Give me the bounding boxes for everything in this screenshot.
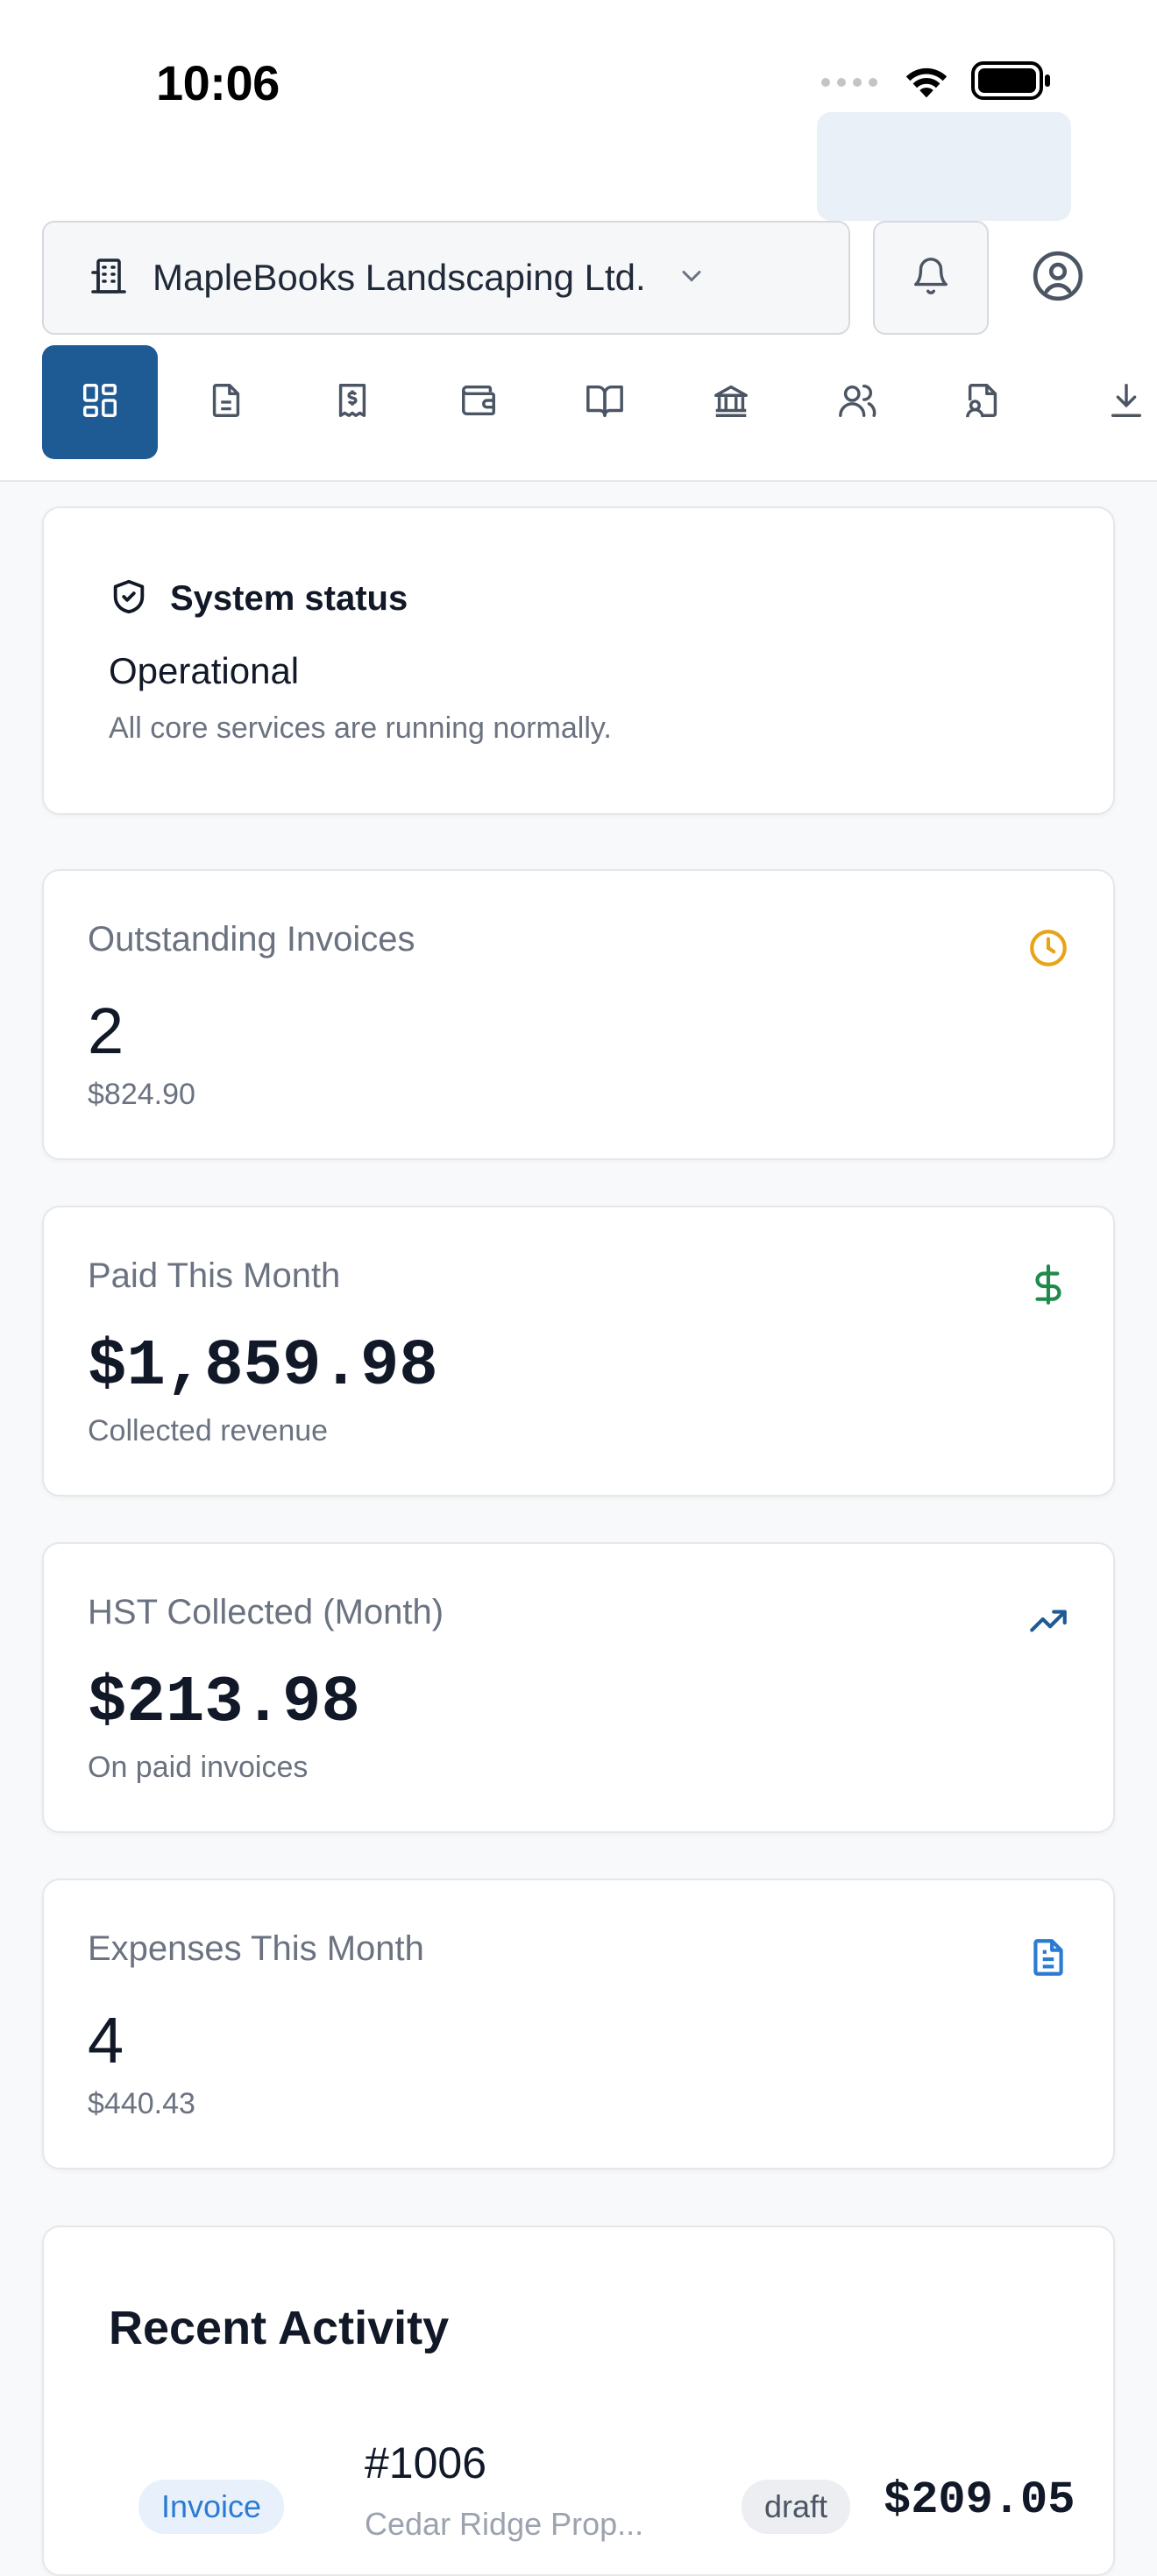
status-icons [820, 61, 1052, 104]
bell-icon [911, 256, 951, 301]
nav-dashboard[interactable] [42, 345, 158, 459]
stat-label: Paid This Month [88, 1256, 341, 1295]
system-status-card: System status Operational All core servi… [42, 506, 1115, 815]
nav-payments[interactable] [421, 345, 536, 459]
activity-client: Cedar Ridge Prop... [365, 2506, 644, 2542]
signal-icon [820, 72, 882, 94]
nav-invoices[interactable] [168, 345, 284, 459]
nav-vendors[interactable] [926, 345, 1041, 459]
receipt-icon [332, 380, 373, 425]
download-icon [1106, 380, 1146, 425]
company-selector[interactable]: MapleBooks Landscaping Ltd. [42, 221, 850, 335]
activity-amount: $209.05 [884, 2474, 1075, 2526]
notifications-button[interactable] [873, 221, 989, 335]
file-text-icon [1024, 1933, 1073, 1982]
stat-subtext: On paid invoices [88, 1751, 309, 1784]
user-circle-icon [1031, 249, 1085, 308]
battery-icon [971, 61, 1052, 104]
activity-row[interactable]: Invoice #1006 Cedar Ridge Prop... draft … [138, 2425, 1085, 2548]
system-status-header: System status [109, 577, 408, 621]
stat-subtext: $824.90 [88, 1078, 195, 1111]
stat-subtext: Collected revenue [88, 1414, 329, 1447]
system-status-state: Operational [109, 650, 300, 691]
nav-receipts[interactable] [295, 345, 410, 459]
dashboard-icon [80, 380, 120, 425]
stat-card-hst-collected[interactable]: HST Collected (Month) $213.98 On paid in… [42, 1542, 1115, 1833]
nav-ledger[interactable] [547, 345, 663, 459]
stat-label: Expenses This Month [88, 1929, 424, 1968]
activity-number: #1006 [365, 2438, 487, 2488]
wifi-icon [901, 61, 952, 104]
icon-navigation [42, 345, 1157, 459]
stat-card-expenses-this-month[interactable]: Expenses This Month 4 $440.43 [42, 1879, 1115, 2169]
company-name: MapleBooks Landscaping Ltd. [153, 257, 646, 298]
shield-check-icon [109, 577, 149, 621]
activity-status-badge: draft [742, 2480, 851, 2534]
nav-export[interactable] [1052, 345, 1157, 459]
stat-label: HST Collected (Month) [88, 1593, 444, 1631]
user-account-button[interactable] [1027, 247, 1089, 308]
stat-card-paid-this-month[interactable]: Paid This Month $1,859.98 Collected reve… [42, 1206, 1115, 1497]
stat-value: $213.98 [88, 1667, 360, 1740]
system-status-description: All core services are running normally. [109, 711, 612, 745]
stat-value: $1,859.98 [88, 1330, 438, 1404]
stat-value: 2 [88, 994, 124, 1067]
nav-banking[interactable] [673, 345, 789, 459]
stat-value: 4 [88, 2004, 124, 2077]
clock-icon [1024, 924, 1073, 973]
trending-up-icon [1024, 1596, 1073, 1645]
stat-label: Outstanding Invoices [88, 920, 415, 959]
users-icon [837, 380, 877, 425]
clock-time: 10:06 [156, 55, 280, 110]
invoice-document-icon [206, 380, 246, 425]
book-icon [585, 380, 625, 425]
wallet-icon [458, 380, 499, 425]
dollar-icon [1024, 1260, 1073, 1309]
recent-activity-card: Recent Activity Invoice #1006 Cedar Ridg… [42, 2226, 1115, 2576]
activity-type-badge: Invoice [138, 2480, 285, 2534]
file-user-icon [963, 380, 1004, 425]
nav-customers[interactable] [799, 345, 915, 459]
stat-card-outstanding-invoices[interactable]: Outstanding Invoices 2 $824.90 [42, 869, 1115, 1160]
recent-activity-title: Recent Activity [109, 2302, 450, 2354]
stat-subtext: $440.43 [88, 2087, 195, 2120]
chevron-down-icon [676, 260, 707, 296]
building-icon [88, 255, 130, 301]
system-status-title: System status [170, 579, 408, 618]
bank-icon [711, 380, 751, 425]
device-status-bar: 10:06 [0, 0, 1157, 166]
